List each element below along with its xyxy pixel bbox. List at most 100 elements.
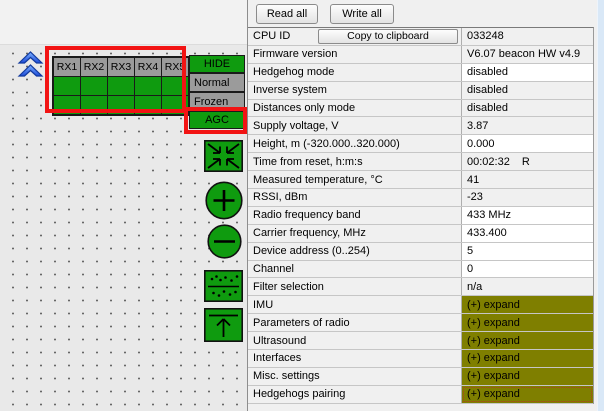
row-label-text: Carrier frequency, MHz <box>253 227 366 239</box>
window-edge-strip <box>597 0 604 411</box>
rx-data-cell <box>53 95 81 115</box>
row-label-text: Firmware version <box>253 48 337 60</box>
rx-data-cell <box>161 95 189 115</box>
row-label: RSSI, dBm <box>248 189 462 206</box>
row-value-text: (+) expand <box>467 388 520 400</box>
fit-view-icon[interactable] <box>204 140 243 172</box>
row-label-text: Time from reset, h:m:s <box>253 156 363 168</box>
row-label: Radio frequency band <box>248 207 462 224</box>
rx-header-cell: RX1 <box>53 57 81 77</box>
row-value: 3.87 <box>462 117 593 134</box>
row-value-text: (+) expand <box>467 352 520 364</box>
rx-header-cell: RX3 <box>107 57 135 77</box>
write-all-button[interactable]: Write all <box>330 4 394 24</box>
rx-header-cell: RX2 <box>80 57 108 77</box>
rx-data-cell <box>161 76 189 96</box>
row-label: Parameters of radio <box>248 314 462 331</box>
agc-button[interactable]: AGC <box>189 111 245 129</box>
row-label-text: Height, m (-320.000..320.000) <box>253 138 400 150</box>
table-row: Height, m (-320.000..320.000) 0.000 <box>248 135 593 153</box>
row-label: Time from reset, h:m:s <box>248 153 462 170</box>
row-value-text: disabled <box>467 66 508 78</box>
row-value[interactable]: 433 MHz <box>462 207 593 224</box>
row-label-text: Parameters of radio <box>253 317 350 329</box>
rx-header-cell: RX5 <box>161 57 189 77</box>
properties-table: CPU IDCopy to clipboard 033248 Firmware ve… <box>248 27 594 404</box>
double-chevron-up-icon[interactable] <box>17 50 44 81</box>
row-label-text: Misc. settings <box>253 370 320 382</box>
row-value[interactable]: disabled <box>462 64 593 81</box>
row-label-text: Hedgehog mode <box>253 66 334 78</box>
table-row: Hedgehog mode disabled <box>248 64 593 82</box>
expand-cell[interactable]: (+) expand <box>462 368 593 385</box>
row-label: Channel <box>248 261 462 278</box>
rx-table-header-row: RX1RX2RX3RX4RX5 <box>53 57 189 77</box>
zoom-in-icon[interactable] <box>205 181 243 220</box>
rx-data-cell <box>80 76 108 96</box>
row-label: Measured temperature, °C <box>248 171 462 188</box>
row-value: disabled <box>462 100 593 117</box>
row-label: Device address (0..254) <box>248 243 462 260</box>
row-value-text: (+) expand <box>467 370 520 382</box>
row-label: Filter selection <box>248 278 462 295</box>
row-value: 00:02:32R <box>462 153 593 170</box>
scatter-plot-icon[interactable] <box>204 270 243 302</box>
row-value-text: 00:02:32 <box>467 156 510 168</box>
table-row: Interfaces (+) expand <box>248 350 593 368</box>
row-value: 41 <box>462 171 593 188</box>
row-label-text: Filter selection <box>253 281 324 293</box>
row-value-text: 3.87 <box>467 120 488 132</box>
table-row: Distances only modedisabled <box>248 100 593 118</box>
expand-cell[interactable]: (+) expand <box>462 314 593 331</box>
row-value[interactable]: 0.000 <box>462 135 593 152</box>
row-label-text: IMU <box>253 299 273 311</box>
rx-data-cell <box>107 76 135 96</box>
row-label-text: Ultrasound <box>253 335 306 347</box>
rx-header-cell: RX4 <box>134 57 162 77</box>
table-row: Misc. settings (+) expand <box>248 368 593 386</box>
row-value-text: 433 MHz <box>467 209 511 221</box>
rx-table-row-2 <box>53 96 189 115</box>
table-row: RSSI, dBm-23 <box>248 189 593 207</box>
row-value[interactable]: 0 <box>462 261 593 278</box>
row-value-text: (+) expand <box>467 317 520 329</box>
table-row: Ultrasound (+) expand <box>248 332 593 350</box>
row-value: disabled <box>462 82 593 99</box>
zoom-out-icon[interactable] <box>207 224 242 259</box>
row-value-text: 033248 <box>467 30 504 42</box>
frozen-button[interactable]: Frozen <box>189 92 245 111</box>
row-value-text: 0 <box>467 263 473 275</box>
normal-button[interactable]: Normal <box>189 73 245 92</box>
expand-cell[interactable]: (+) expand <box>462 350 593 367</box>
row-label: IMU <box>248 296 462 313</box>
rx-data-cell <box>53 76 81 96</box>
table-row: Radio frequency band 433 MHz <box>248 207 593 225</box>
row-label: Carrier frequency, MHz <box>248 225 462 242</box>
rx-data-cell <box>134 95 162 115</box>
read-all-button[interactable]: Read all <box>256 4 318 24</box>
row-value: n/a <box>462 278 593 295</box>
copy-to-clipboard-button[interactable]: Copy to clipboard <box>318 29 458 44</box>
row-value: V6.07 beacon HW v4.9 <box>462 46 593 63</box>
table-row: Carrier frequency, MHz 433.400 <box>248 225 593 243</box>
rx-table-row-1 <box>53 77 189 96</box>
row-label: Hedgehogs pairing <box>248 386 462 403</box>
row-label: Inverse system <box>248 82 462 99</box>
row-label: Supply voltage, V <box>248 117 462 134</box>
table-row: CPU IDCopy to clipboard 033248 <box>248 28 593 46</box>
row-label: CPU IDCopy to clipboard <box>248 28 462 45</box>
row-value[interactable]: 5 <box>462 243 593 260</box>
table-row: Parameters of radio (+) expand <box>248 314 593 332</box>
row-value[interactable]: 433.400 <box>462 225 593 242</box>
row-label: Interfaces <box>248 350 462 367</box>
row-label-text: Radio frequency band <box>253 209 361 221</box>
expand-cell[interactable]: (+) expand <box>462 296 593 313</box>
row-label-text: Inverse system <box>253 84 327 96</box>
row-label-text: Channel <box>253 263 294 275</box>
expand-cell[interactable]: (+) expand <box>462 386 593 403</box>
upload-arrow-icon[interactable] <box>204 308 243 342</box>
hide-button[interactable]: HIDE <box>189 55 245 73</box>
expand-cell[interactable]: (+) expand <box>462 332 593 349</box>
row-label-text: Supply voltage, V <box>253 120 339 132</box>
table-row: Firmware version V6.07 beacon HW v4.9 <box>248 46 593 64</box>
